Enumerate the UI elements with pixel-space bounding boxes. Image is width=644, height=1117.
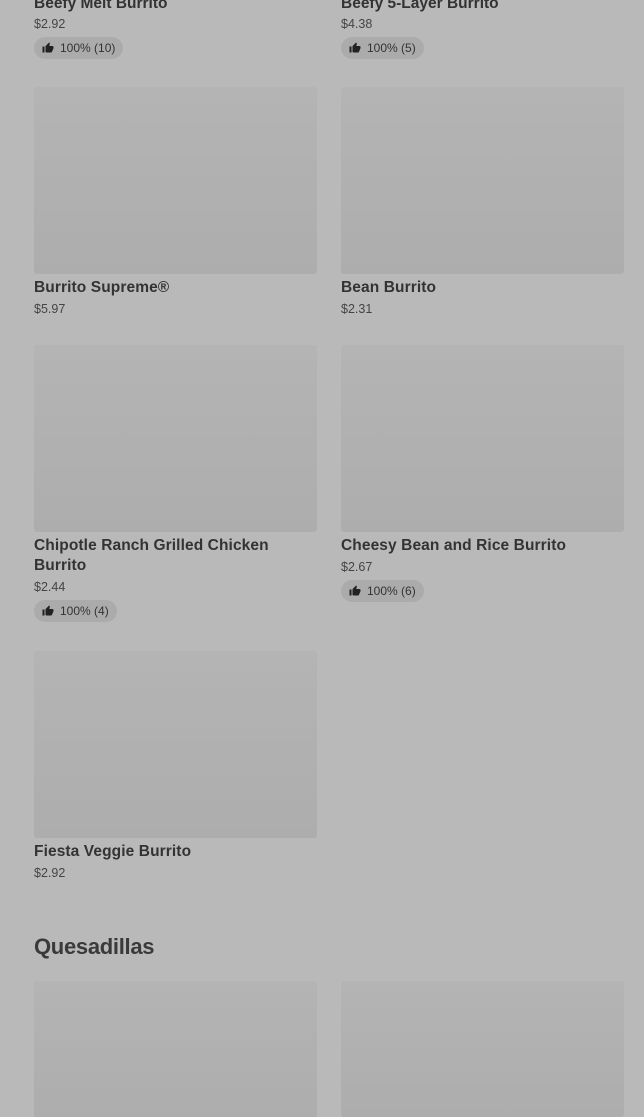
- item-price: $4.38: [341, 17, 373, 31]
- menu-item-image-placeholder[interactable]: [34, 981, 317, 1117]
- item-price: $2.31: [341, 302, 373, 316]
- menu-item-card[interactable]: Beefy 5-Layer Burrito $4.38 100% (5): [341, 0, 624, 59]
- menu-item-card[interactable]: Bean Burrito $2.31: [341, 87, 624, 317]
- rating-text: 100% (5): [367, 41, 416, 55]
- thumbs-up-icon: [349, 42, 361, 53]
- thumbs-up-icon: [42, 605, 54, 616]
- item-image: [34, 345, 317, 532]
- rating-badge: 100% (6): [341, 580, 424, 602]
- item-image: [341, 345, 624, 532]
- rating-text: 100% (6): [367, 584, 416, 598]
- item-name: Beefy Melt Burrito: [34, 0, 168, 12]
- rating-text: 100% (4): [60, 604, 109, 618]
- item-name: Fiesta Veggie Burrito: [34, 843, 192, 860]
- item-image: [34, 651, 317, 838]
- item-price: $2.44: [34, 580, 66, 594]
- rating-text: 100% (10): [60, 41, 116, 55]
- item-price: $2.92: [34, 17, 66, 31]
- section-title: Quesadillas: [34, 934, 155, 959]
- rating-badge: 100% (5): [341, 37, 424, 59]
- menu-item-card[interactable]: Beefy Melt Burrito $2.92 100% (10): [34, 0, 317, 59]
- item-price: $2.92: [34, 866, 66, 880]
- rating-badge: 100% (10): [34, 37, 124, 59]
- item-price: $5.97: [34, 302, 66, 316]
- item-name: Cheesy Bean and Rice Burrito: [341, 537, 567, 554]
- item-name: Beefy 5-Layer Burrito: [341, 0, 499, 12]
- menu-item-card[interactable]: Burrito Supreme® $5.97: [34, 87, 317, 317]
- item-image: [34, 87, 317, 274]
- menu-item-card[interactable]: Chipotle Ranch Grilled Chicken Burrito $…: [34, 345, 317, 622]
- item-image: [341, 87, 624, 274]
- thumbs-up-icon: [42, 42, 54, 53]
- item-name: Chipotle Ranch Grilled Chicken Burrito: [34, 537, 269, 574]
- item-name: Burrito Supreme®: [34, 279, 170, 296]
- item-name: Bean Burrito: [341, 279, 437, 296]
- menu-item-image-placeholder[interactable]: [341, 981, 624, 1117]
- thumbs-up-icon: [349, 585, 361, 596]
- menu-item-card[interactable]: Cheesy Bean and Rice Burrito $2.67 100% …: [341, 345, 624, 602]
- item-price: $2.67: [341, 560, 373, 574]
- rating-badge: 100% (4): [34, 600, 117, 622]
- menu-item-card[interactable]: Fiesta Veggie Burrito $2.92: [34, 651, 317, 881]
